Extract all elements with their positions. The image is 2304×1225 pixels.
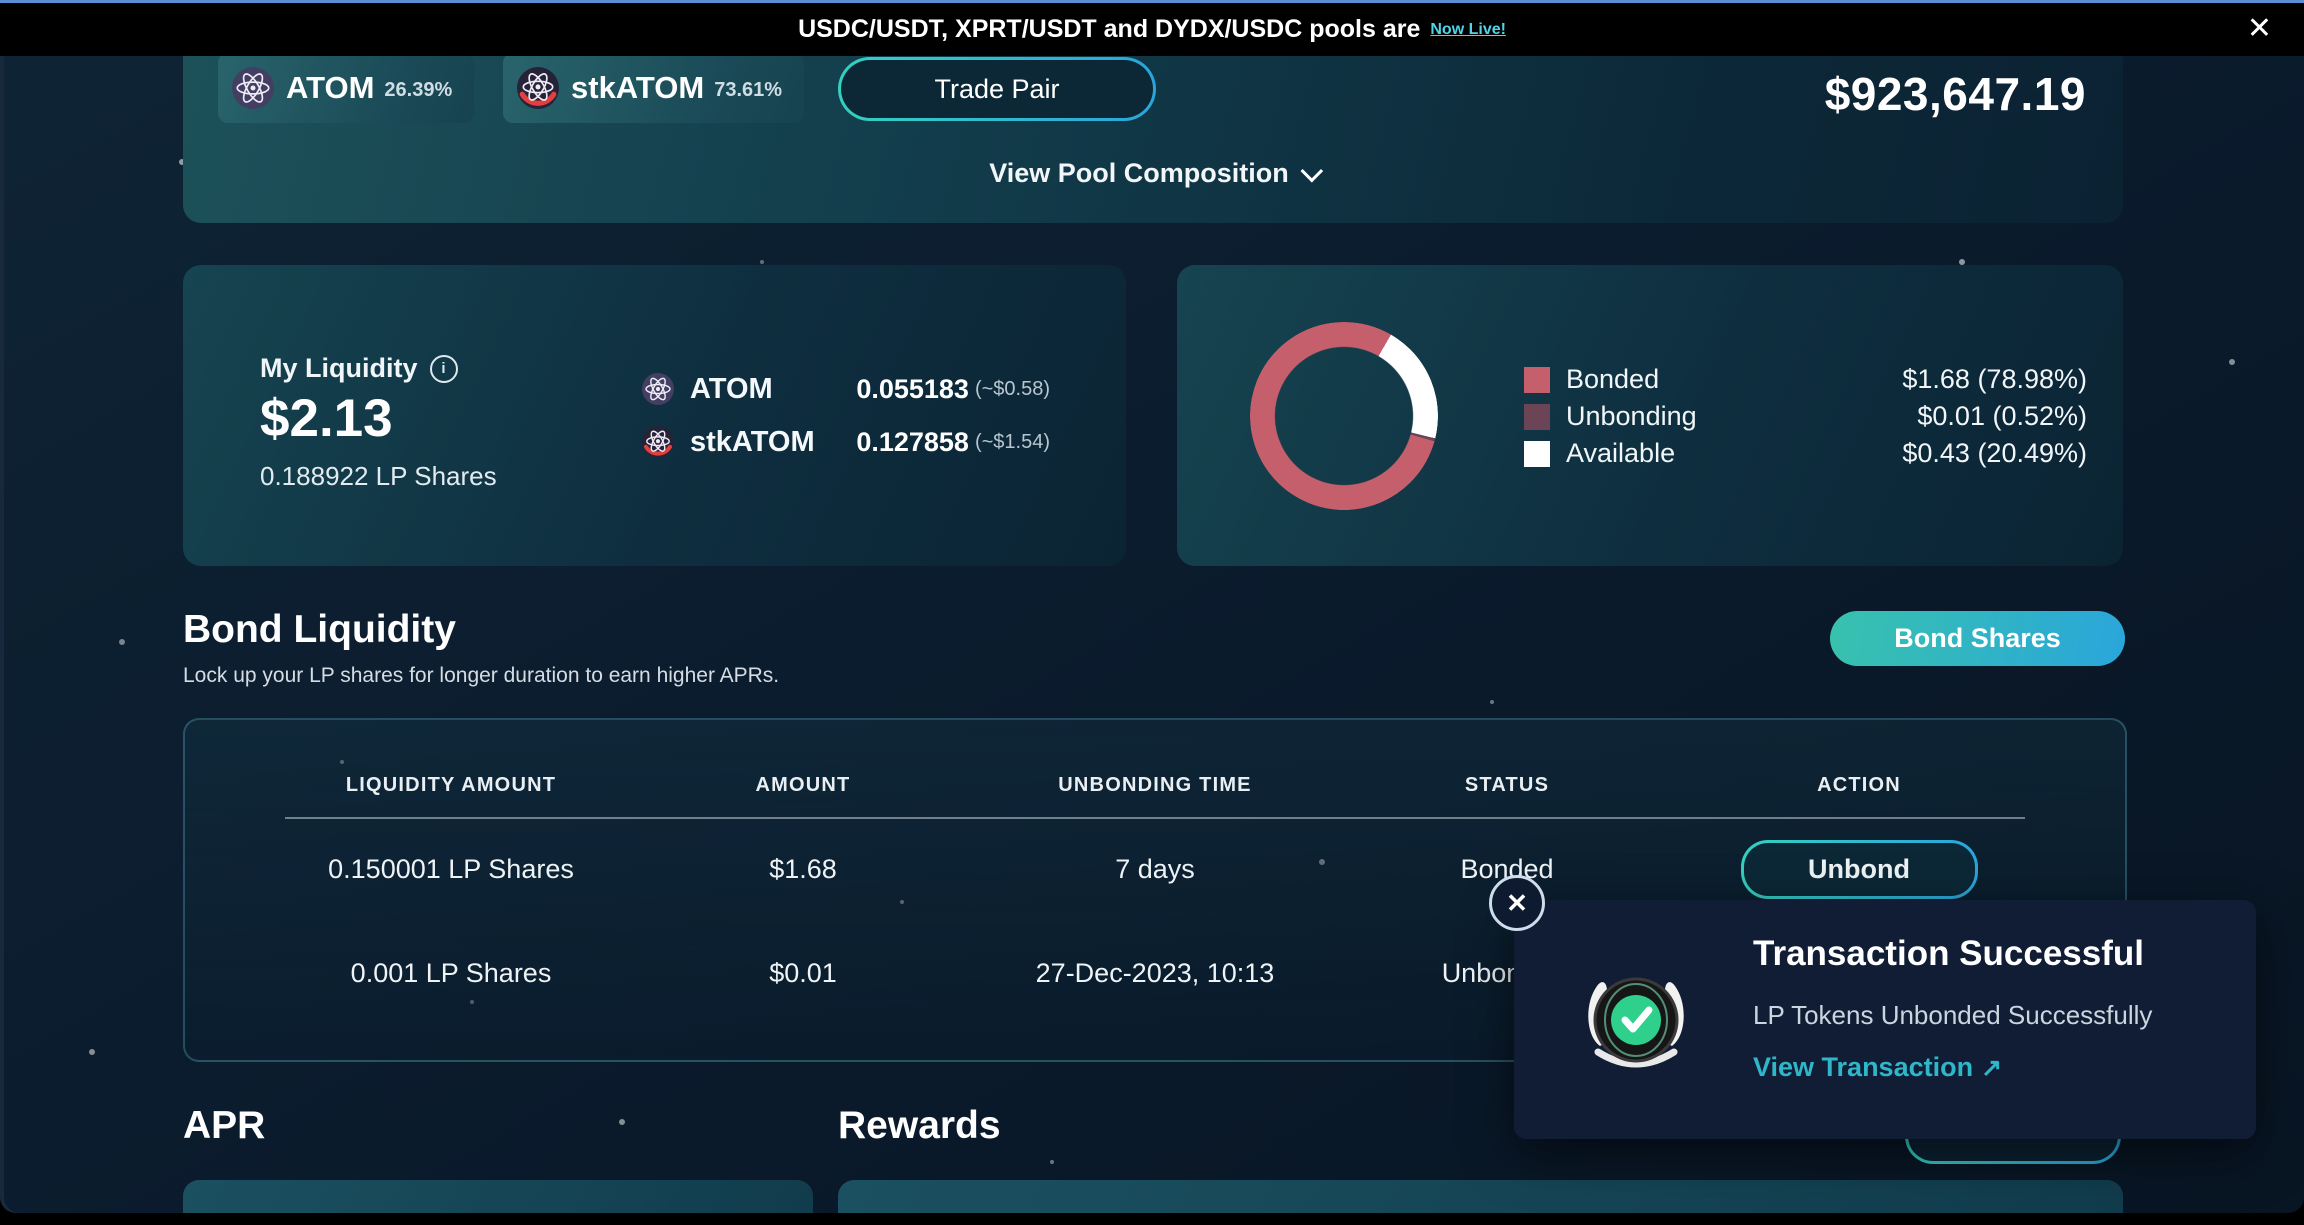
- legend-label: Bonded: [1566, 364, 1659, 395]
- my-liquidity-title: My Liquidity: [260, 353, 418, 384]
- token-percent: 26.39%: [384, 79, 452, 102]
- my-liquidity-lp-shares: 0.188922 LP Shares: [260, 461, 497, 492]
- transaction-toast: ✕ Transaction Successful LP Tokens Unbon…: [1514, 900, 2256, 1139]
- unbond-button[interactable]: Unbond: [1741, 840, 1978, 899]
- page-background: ATOM 26.39% stkATOM 73.61% Trad: [0, 0, 2304, 1213]
- cell-liquidity: 0.001 LP Shares: [275, 958, 627, 989]
- atom-token-icon: [232, 67, 274, 109]
- legend-label: Available: [1566, 438, 1675, 469]
- view-pool-composition-label: View Pool Composition: [989, 158, 1289, 188]
- app-window: ATOM 26.39% stkATOM 73.61% Trad: [0, 0, 2304, 1225]
- legend-swatch-unbonding: [1524, 404, 1550, 430]
- cell-unbonding-time: 7 days: [979, 854, 1331, 885]
- legend-value: $1.68 (78.98%): [1902, 364, 2087, 395]
- allocation-card: Bonded $1.68 (78.98%) Unbonding $0.01 (0…: [1177, 265, 2123, 566]
- banner-message: USDC/USDT, XPRT/USDT and DYDX/USDC pools…: [798, 15, 1420, 44]
- column-header: AMOUNT: [627, 774, 979, 797]
- token-percent: 73.61%: [714, 79, 782, 102]
- announcement-banner: USDC/USDT, XPRT/USDT and DYDX/USDC pools…: [0, 0, 2304, 56]
- view-transaction-link[interactable]: View Transaction ↗: [1753, 1052, 2002, 1083]
- my-liquidity-token-row: ATOM 0.055183 (~$0.58): [642, 367, 1050, 411]
- trade-pair-label: Trade Pair: [934, 74, 1059, 105]
- rewards-card: [838, 1180, 2123, 1213]
- token-amount: 0.127858: [856, 427, 969, 458]
- legend-row: Bonded $1.68 (78.98%): [1524, 361, 2087, 398]
- legend-value: $0.01 (0.52%): [1917, 401, 2087, 432]
- token-name: ATOM: [690, 373, 773, 406]
- robot-success-icon: [1576, 960, 1696, 1080]
- chevron-down-icon: [1300, 160, 1323, 183]
- pool-liquidity-value: $923,647.19: [1825, 67, 2086, 121]
- bond-shares-label: Bond Shares: [1894, 623, 2061, 654]
- column-header: LIQUIDITY AMOUNT: [275, 774, 627, 797]
- trade-pair-button[interactable]: Trade Pair: [838, 57, 1156, 121]
- now-live-link[interactable]: Now Live!: [1430, 21, 1506, 39]
- table-row: 0.150001 LP Shares $1.68 7 days Bonded U…: [185, 833, 2125, 905]
- column-header: UNBONDING TIME: [979, 774, 1331, 797]
- stkatom-token-icon: [517, 67, 559, 109]
- my-liquidity-token-row: stkATOM 0.127858 (~$1.54): [642, 420, 1050, 464]
- legend-swatch-available: [1524, 441, 1550, 467]
- external-link-icon: ↗: [1981, 1054, 2002, 1082]
- unbond-label: Unbond: [1808, 854, 1910, 885]
- allocation-donut: [1250, 322, 1438, 510]
- token-chip-stkatom: stkATOM 73.61%: [503, 53, 804, 123]
- bond-liquidity-title: Bond Liquidity: [183, 608, 456, 652]
- legend-value: $0.43 (20.49%): [1902, 438, 2087, 469]
- token-usd-value: (~$0.58): [975, 378, 1050, 401]
- token-name: stkATOM: [690, 426, 815, 459]
- toast-message: LP Tokens Unbonded Successfully: [1753, 1000, 2152, 1031]
- column-header: ACTION: [1683, 774, 2035, 797]
- table-divider: [285, 817, 2025, 819]
- token-chip-atom: ATOM 26.39%: [218, 53, 474, 123]
- view-pool-composition-toggle[interactable]: View Pool Composition: [183, 158, 2123, 189]
- bond-shares-button[interactable]: Bond Shares: [1830, 611, 2125, 666]
- column-header: STATUS: [1331, 774, 1683, 797]
- cell-unbonding-time: 27-Dec-2023, 10:13: [979, 958, 1331, 989]
- my-liquidity-value: $2.13: [260, 388, 393, 449]
- rewards-section-title: Rewards: [838, 1104, 1001, 1148]
- legend-row: Unbonding $0.01 (0.52%): [1524, 398, 2087, 435]
- cell-liquidity: 0.150001 LP Shares: [275, 854, 627, 885]
- view-transaction-label: View Transaction: [1753, 1052, 1973, 1082]
- bond-liquidity-subtitle: Lock up your LP shares for longer durati…: [183, 664, 779, 688]
- stkatom-token-icon: [642, 426, 674, 458]
- cell-amount: $0.01: [627, 958, 979, 989]
- token-usd-value: (~$1.54): [975, 431, 1050, 454]
- token-amount: 0.055183: [856, 374, 969, 405]
- banner-close-icon[interactable]: ✕: [2247, 9, 2272, 49]
- toast-title: Transaction Successful: [1753, 934, 2144, 974]
- legend-label: Unbonding: [1566, 401, 1697, 432]
- toast-close-button[interactable]: ✕: [1489, 875, 1545, 931]
- apr-card: [183, 1180, 813, 1213]
- cell-amount: $1.68: [627, 854, 979, 885]
- apr-section-title: APR: [183, 1104, 265, 1148]
- legend-row: Available $0.43 (20.49%): [1524, 435, 2087, 472]
- legend-swatch-bonded: [1524, 367, 1550, 393]
- table-header-row: LIQUIDITY AMOUNT AMOUNT UNBONDING TIME S…: [185, 765, 2125, 805]
- token-symbol: stkATOM: [571, 70, 704, 106]
- info-icon[interactable]: i: [430, 355, 458, 383]
- close-icon: ✕: [1506, 888, 1528, 919]
- my-liquidity-card: My Liquidity i $2.13 0.188922 LP Shares …: [183, 265, 1126, 566]
- token-symbol: ATOM: [286, 70, 374, 106]
- atom-token-icon: [642, 373, 674, 405]
